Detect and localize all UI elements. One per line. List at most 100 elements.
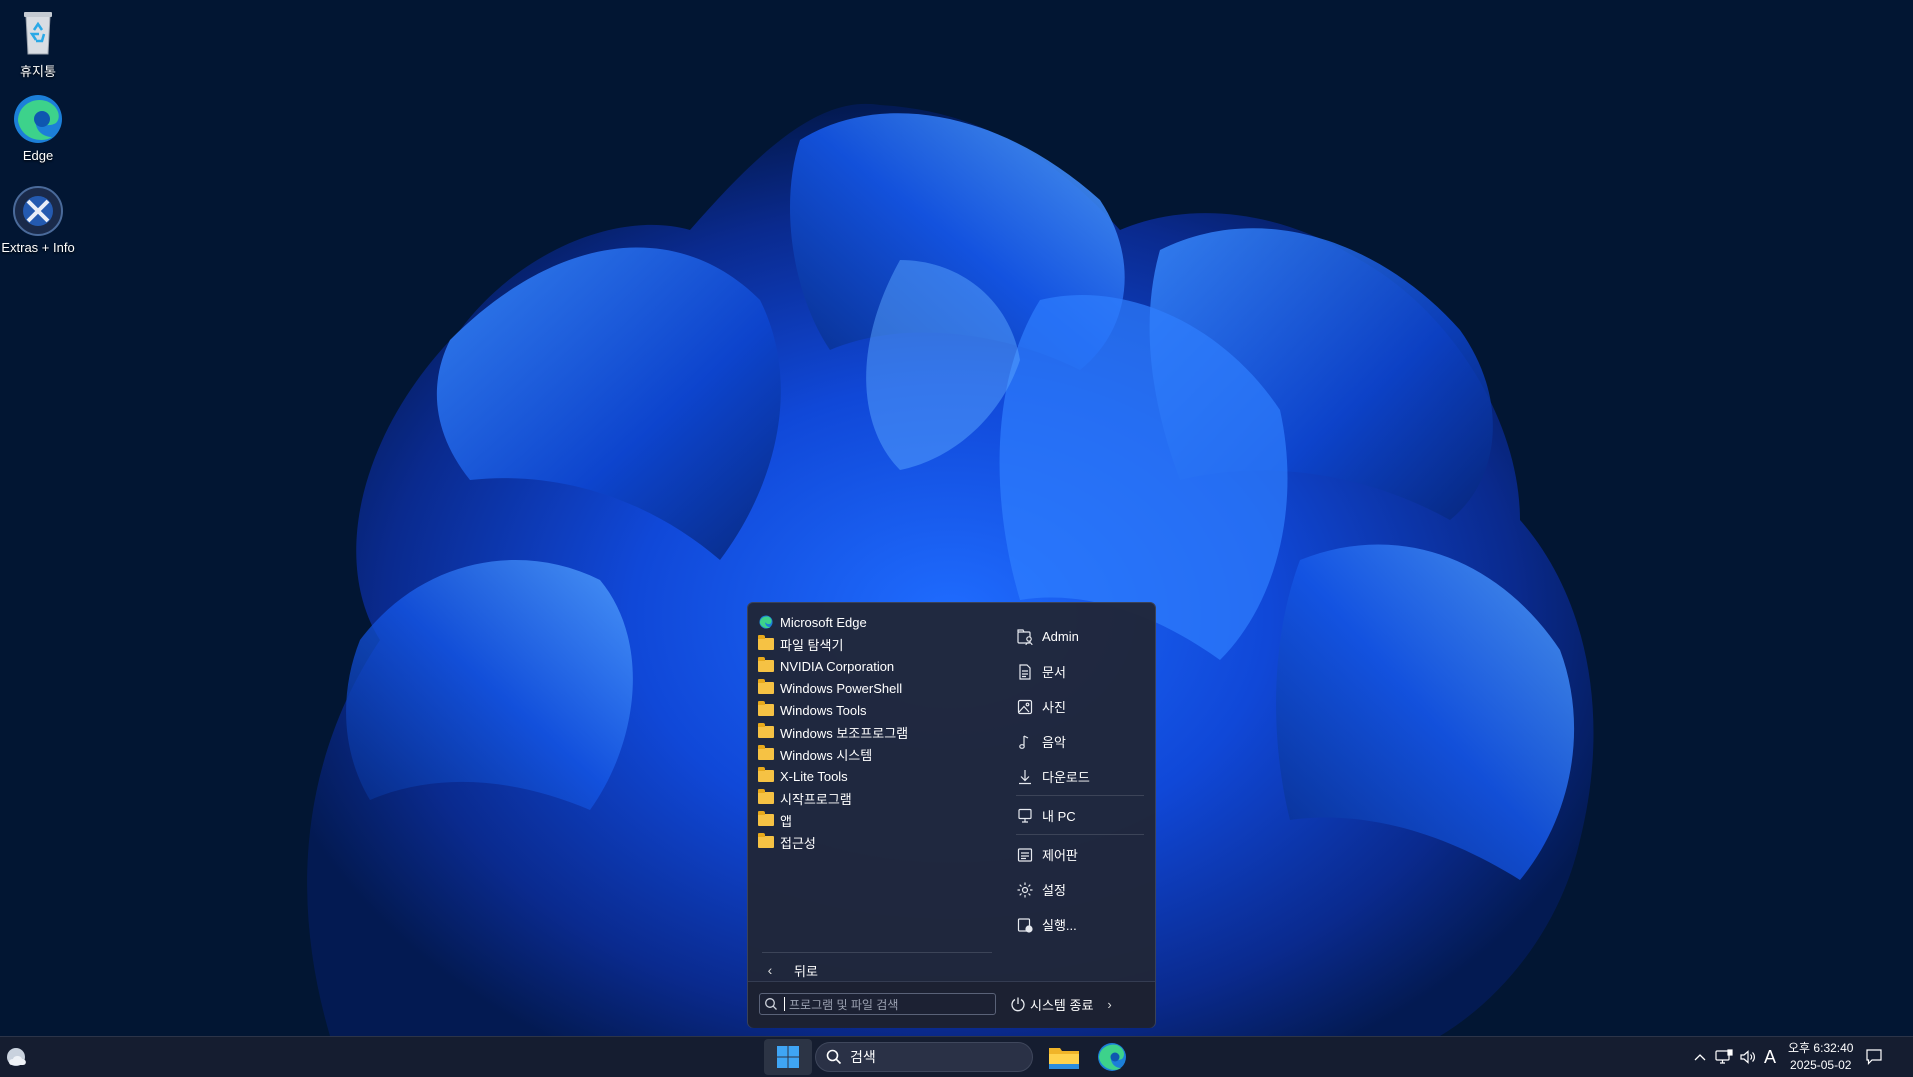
app-label: 앱 xyxy=(780,813,792,829)
back-divider xyxy=(762,952,992,953)
place-control-panel[interactable]: 제어판 xyxy=(1016,837,1144,872)
app-item-nvidia-corporation[interactable]: NVIDIA Corporation xyxy=(756,655,986,677)
search-icon xyxy=(765,998,777,1010)
taskbar-edge[interactable] xyxy=(1094,1041,1130,1073)
clock-time: 오후 6:32:40 xyxy=(1788,1041,1854,1055)
desktop-icon-label: Edge xyxy=(22,148,54,163)
folder-icon xyxy=(758,679,774,694)
windows-logo-icon xyxy=(777,1046,799,1068)
app-label: NVIDIA Corporation xyxy=(780,658,895,674)
back-label: 뒤로 xyxy=(794,963,818,979)
start-menu: Microsoft Edge 파일 탐색기 NVIDIA Corporation… xyxy=(747,602,1156,1028)
app-item-file-explorer[interactable]: 파일 탐색기 xyxy=(756,633,986,655)
place-this-pc[interactable]: 내 PC xyxy=(1016,798,1144,833)
start-menu-places: Admin 문서 사진 음악 다운로드 내 PC 제어판 설정 실행... xyxy=(1016,619,1144,942)
app-item-windows-system[interactable]: Windows 시스템 xyxy=(756,743,986,765)
place-pictures[interactable]: 사진 xyxy=(1016,689,1144,724)
system-tray: A 오후 6:32:40 2025-05-02 xyxy=(1688,1037,1883,1077)
app-label: 접근성 xyxy=(780,835,816,851)
folder-icon xyxy=(758,767,774,782)
folder-icon xyxy=(758,789,774,804)
app-label: Microsoft Edge xyxy=(780,614,867,630)
gear-icon xyxy=(1017,882,1033,897)
text-caret xyxy=(784,997,785,1011)
run-icon xyxy=(1017,917,1033,933)
place-music[interactable]: 음악 xyxy=(1016,724,1144,759)
ime-indicator[interactable]: A xyxy=(1764,1047,1776,1068)
place-label: 내 PC xyxy=(1042,809,1076,824)
folder-icon xyxy=(758,657,774,672)
app-label: 파일 탐색기 xyxy=(780,637,844,653)
power-icon xyxy=(1011,997,1025,1012)
place-admin[interactable]: Admin xyxy=(1016,619,1144,654)
shutdown-button[interactable]: 시스템 종료 › xyxy=(1010,991,1112,1017)
place-settings[interactable]: 설정 xyxy=(1016,872,1144,907)
edge-icon xyxy=(14,95,62,143)
chevron-right-icon[interactable]: › xyxy=(1107,997,1111,1012)
places-divider xyxy=(1016,834,1144,835)
place-label: 문서 xyxy=(1042,665,1066,680)
app-item-accessibility[interactable]: 접근성 xyxy=(756,831,986,853)
notification-icon[interactable] xyxy=(1865,1048,1883,1066)
places-divider xyxy=(1016,795,1144,796)
app-label: Windows 보조프로그램 xyxy=(780,725,909,741)
place-label: 실행... xyxy=(1042,918,1077,933)
recycle-bin-icon xyxy=(24,12,52,55)
place-label: 설정 xyxy=(1042,883,1066,898)
network-icon[interactable] xyxy=(1715,1048,1733,1066)
picture-icon xyxy=(1017,699,1033,714)
edge-icon xyxy=(1098,1043,1126,1071)
place-label: 음악 xyxy=(1042,735,1066,750)
app-item-windows-tools[interactable]: Windows Tools xyxy=(756,699,986,721)
chevron-up-icon[interactable] xyxy=(1691,1048,1709,1066)
edge-icon xyxy=(759,615,773,629)
place-run[interactable]: 실행... xyxy=(1016,907,1144,942)
folder-icon xyxy=(758,745,774,760)
download-icon xyxy=(1019,769,1031,784)
clock[interactable]: 오후 6:32:40 2025-05-02 xyxy=(1788,1040,1853,1074)
desktop-icon-edge[interactable]: Edge xyxy=(0,93,76,163)
document-icon xyxy=(1019,663,1031,680)
file-explorer-icon xyxy=(758,635,774,650)
taskbar-file-explorer[interactable] xyxy=(1046,1041,1082,1073)
place-label: 제어판 xyxy=(1042,848,1078,863)
start-menu-app-list: Microsoft Edge 파일 탐색기 NVIDIA Corporation… xyxy=(756,611,986,853)
start-menu-footer: 프로그램 및 파일 검색 시스템 종료 › xyxy=(748,981,1155,1028)
weather-widget-icon[interactable] xyxy=(4,1045,32,1069)
folder-icon xyxy=(758,811,774,826)
app-item-x-lite-tools[interactable]: X-Lite Tools xyxy=(756,765,986,787)
desktop-icon-recycle-bin[interactable]: 휴지통 xyxy=(0,6,76,80)
user-folder-icon xyxy=(1017,628,1033,645)
program-search-input[interactable]: 프로그램 및 파일 검색 xyxy=(759,993,996,1015)
desktop-icon-label: 휴지통 xyxy=(20,64,56,79)
folder-icon xyxy=(758,723,774,738)
taskbar: 검색 A 오후 6:32:40 2025-05-02 xyxy=(0,1036,1913,1077)
app-label: 시작프로그램 xyxy=(780,791,852,807)
app-item-windows-accessories[interactable]: Windows 보조프로그램 xyxy=(756,721,986,743)
place-label: 다운로드 xyxy=(1042,770,1090,785)
file-explorer-icon xyxy=(1049,1048,1079,1069)
app-label: X-Lite Tools xyxy=(780,768,848,784)
desktop-icon-extras-info[interactable]: Extras + Info xyxy=(0,185,76,255)
app-item-windows-powershell[interactable]: Windows PowerShell xyxy=(756,677,986,699)
place-downloads[interactable]: 다운로드 xyxy=(1016,759,1144,794)
app-label: Windows PowerShell xyxy=(780,680,903,696)
control-panel-icon xyxy=(1017,847,1033,862)
back-button[interactable]: ‹ 뒤로 xyxy=(756,957,986,983)
volume-icon[interactable] xyxy=(1739,1048,1757,1066)
app-item-microsoft-edge[interactable]: Microsoft Edge xyxy=(756,611,986,633)
app-label: Windows Tools xyxy=(780,702,867,718)
folder-icon xyxy=(758,833,774,848)
extras-info-icon xyxy=(13,186,63,236)
app-item-apps[interactable]: 앱 xyxy=(756,809,986,831)
chevron-left-icon: ‹ xyxy=(767,962,773,978)
start-button[interactable] xyxy=(764,1039,812,1075)
place-label: Admin xyxy=(1042,629,1079,644)
place-documents[interactable]: 문서 xyxy=(1016,654,1144,689)
computer-icon xyxy=(1018,808,1032,823)
taskbar-search[interactable]: 검색 xyxy=(815,1042,1033,1072)
search-placeholder: 프로그램 및 파일 검색 xyxy=(789,997,899,1012)
folder-icon xyxy=(758,701,774,716)
app-item-startup[interactable]: 시작프로그램 xyxy=(756,787,986,809)
taskbar-search-label: 검색 xyxy=(850,1049,876,1065)
